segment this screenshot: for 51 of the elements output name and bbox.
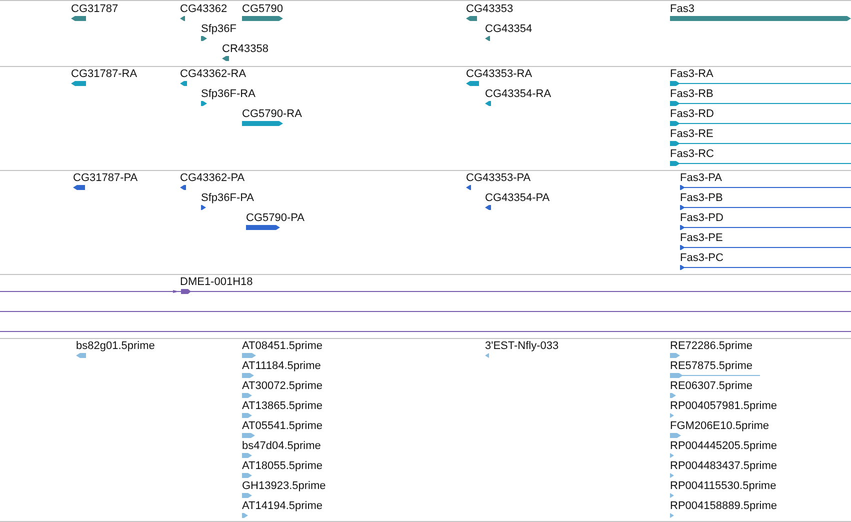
feature-label: CG43354-RA [485,88,552,101]
feature-label: CG31787-RA [71,68,138,81]
feature-label: Fas3-PD [680,212,724,225]
feature-label: AT13865.5prime [242,400,323,413]
feature-label: Sfp36F-RA [201,88,256,101]
feature-label: AT14194.5prime [242,500,323,513]
feature-label: AT05541.5prime [242,420,323,433]
feature-label: RE06307.5prime [670,380,753,393]
feature-label: AT11184.5prime [242,360,321,373]
feature-label: AT30072.5prime [242,380,323,393]
feature-label: RP004158889.5prime [670,500,778,513]
feature-label: GH13923.5prime [242,480,326,493]
feature-label: CG31787 [71,3,118,16]
feature-label: AT18055.5prime [242,460,323,473]
feature-label: CG43354-PA [485,192,550,205]
feature-label: Fas3-RE [670,128,714,141]
feature-label: CR43358 [222,43,268,56]
feature-label: CG43362-PA [180,172,245,185]
feature-label: bs82g01.5prime [76,340,155,353]
feature-label: CG43353-PA [466,172,531,185]
feature-label: RP004445205.5prime [670,440,778,453]
feature-label: Fas3 [670,3,694,16]
feature-label: CG5790-RA [242,108,302,121]
feature-label: Sfp36F [201,23,236,36]
feature-label: Fas3-RA [670,68,714,81]
feature-label: RE57875.5prime [670,360,753,373]
feature-label: bs47d04.5prime [242,440,321,453]
feature-label: Fas3-RB [670,88,714,101]
feature-label: RP004057981.5prime [670,400,778,413]
feature-label: Fas3-RC [670,148,714,161]
feature-label: CG5790-PA [246,212,304,225]
feature-label: CG5790 [242,3,283,16]
feature-label: 3'EST-Nfly-033 [485,340,559,353]
feature-label: AT08451.5prime [242,340,323,353]
feature-label: RP004483437.5prime [670,460,778,473]
feature-label: CG31787-PA [73,172,138,185]
feature-label: CG43362-RA [180,68,246,81]
feature-label: Fas3-PA [680,172,722,185]
feature-label: CG43353 [466,3,514,16]
feature-label: CG43362 [180,3,228,16]
feature-label: Fas3-RD [670,108,714,121]
feature-label: Fas3-PC [680,252,724,265]
feature-label: Fas3-PB [680,192,723,205]
feature-label: Fas3-PE [680,232,723,245]
feature-label: CG43353-RA [466,68,532,81]
feature-label: Sfp36F-PA [201,192,254,205]
feature-label: RP004115530.5prime [670,480,776,493]
feature-label: DME1-001H18 [180,276,253,289]
feature-label: CG43354 [485,23,532,36]
feature-label: RE72286.5prime [670,340,753,353]
feature-label: FGM206E10.5prime [670,420,770,433]
